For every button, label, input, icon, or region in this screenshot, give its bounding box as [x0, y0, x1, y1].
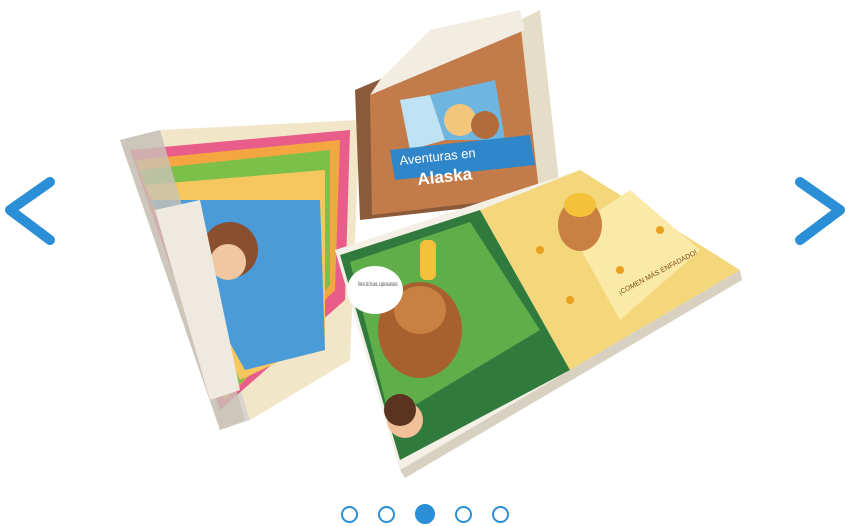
carousel-dot-5[interactable]	[492, 505, 509, 523]
carousel-dot-2[interactable]	[378, 505, 395, 523]
carousel-dot-1[interactable]	[341, 505, 358, 523]
carousel-slide-image: Aventuras en Alaska Pensé ren. Sam. Se's…	[100, 0, 750, 480]
chevron-right-icon	[795, 177, 845, 245]
carousel-dot-4[interactable]	[455, 505, 472, 523]
carousel-pagination	[0, 503, 850, 525]
product-carousel: Aventuras en Alaska Pensé ren. Sam. Se's…	[0, 0, 850, 526]
carousel-prev-button[interactable]	[0, 172, 64, 262]
speech-bubble-text: Pensé ren. Sam. Se's cuenta... un aguila…	[358, 282, 398, 288]
open-book: Pensé ren. Sam. Se's cuenta... un aguila…	[335, 170, 742, 478]
chevron-left-icon	[5, 177, 55, 245]
carousel-next-button[interactable]	[786, 172, 850, 262]
carousel-dot-3[interactable]	[415, 504, 435, 524]
board-book-left	[120, 120, 360, 430]
